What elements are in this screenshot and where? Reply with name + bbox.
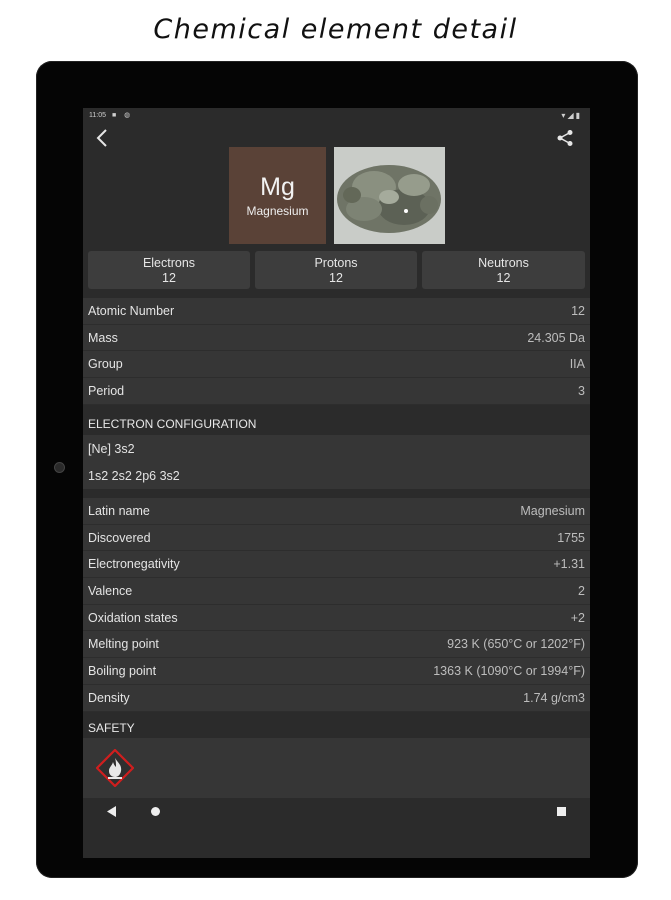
property-value: Magnesium	[520, 503, 585, 518]
property-row: Discovered 1755	[83, 525, 590, 552]
property-label: Mass	[88, 330, 118, 345]
property-label: Latin name	[88, 503, 150, 518]
notification-icons: ■ ◍	[112, 112, 134, 119]
property-value: 12	[571, 303, 585, 318]
property-row: Period 3	[83, 378, 590, 405]
protons-box: Protons 12	[255, 251, 417, 289]
wifi-battery-icon: ▾◢▮	[561, 110, 582, 120]
flammable-hazard-icon[interactable]	[96, 749, 134, 787]
property-value: 2	[578, 583, 585, 598]
particle-value: 12	[496, 271, 511, 285]
config-full-row: 1s2 2s2 2p6 3s2	[83, 462, 590, 489]
property-value: 1363 K (1090°C or 1994°F)	[433, 663, 585, 678]
element-symbol: Mg	[260, 173, 295, 201]
particle-label: Protons	[314, 256, 358, 270]
status-time: 11:05	[89, 111, 106, 119]
property-label: Electronegativity	[88, 557, 180, 572]
property-row: Boiling point 1363 K (1090°C or 1994°F)	[83, 658, 590, 685]
share-icon[interactable]	[556, 129, 574, 147]
config-short-row: [Ne] 3s2	[83, 435, 590, 462]
particle-label: Electrons	[142, 256, 196, 270]
tablet-frame: 11:05 ■ ◍ ▾◢▮ Mg Magnesium Electrons 12 …	[36, 61, 638, 878]
safety-header: SAFETY	[83, 715, 590, 740]
property-row: Atomic Number 12	[83, 298, 590, 325]
property-row: Valence 2	[83, 578, 590, 605]
property-row: Group IIA	[83, 351, 590, 379]
property-label: Oxidation states	[88, 610, 178, 625]
status-bar: 11:05 ■ ◍ ▾◢▮	[83, 108, 590, 122]
property-label: Atomic Number	[88, 303, 175, 318]
particle-label: Neutrons	[478, 256, 529, 270]
property-value: +2	[570, 610, 585, 625]
property-row: Melting point 923 K (650°C or 1202°F)	[83, 631, 590, 659]
config-short: [Ne] 3s2	[88, 441, 135, 456]
particle-value: 12	[329, 271, 343, 285]
electron-config-header: ELECTRON CONFIGURATION	[83, 411, 590, 436]
property-row: Density 1.74 g/cm3	[83, 685, 590, 712]
property-row: Mass 24.305 Da	[83, 325, 590, 352]
particle-value: 12	[162, 271, 176, 285]
property-row: Oxidation states +2	[83, 605, 590, 632]
element-name: Magnesium	[246, 204, 309, 218]
property-label: Boiling point	[88, 663, 157, 678]
electrons-box: Electrons 12	[88, 251, 250, 289]
camera-icon	[54, 462, 65, 473]
property-row: Latin name Magnesium	[83, 498, 590, 525]
property-value: 3	[578, 383, 585, 398]
nav-back-icon[interactable]	[107, 806, 117, 817]
property-label: Density	[88, 690, 130, 705]
property-label: Group	[88, 357, 123, 372]
property-value: 1755	[557, 530, 585, 545]
property-value: 1.74 g/cm3	[523, 690, 585, 705]
arrow-back-icon[interactable]	[93, 128, 113, 148]
system-nav-bar	[83, 798, 590, 838]
property-value: IIA	[569, 357, 585, 372]
basic-properties: Atomic Number 12 Mass 24.305 Da Group IIA P…	[83, 298, 590, 405]
particle-counts: Electrons 12 Protons 12 Neutrons 12	[83, 251, 590, 292]
element-photo[interactable]	[334, 147, 445, 244]
electron-configuration: [Ne] 3s2 1s2 2s2 2p6 3s2	[83, 435, 590, 489]
property-value: 923 K (650°C or 1202°F)	[447, 637, 585, 652]
property-label: Discovered	[88, 530, 151, 545]
property-label: Period	[88, 383, 125, 398]
property-row: Electronegativity +1.31	[83, 551, 590, 579]
property-value: 24.305 Da	[527, 330, 585, 345]
nav-recents-icon[interactable]	[557, 807, 566, 816]
neutrons-box: Neutrons 12	[422, 251, 585, 289]
config-full: 1s2 2s2 2p6 3s2	[88, 468, 180, 483]
property-value: +1.31	[553, 557, 585, 572]
property-label: Valence	[88, 583, 133, 598]
page-caption: Chemical element detail	[153, 14, 518, 45]
app-screen: 11:05 ■ ◍ ▾◢▮ Mg Magnesium Electrons 12 …	[83, 108, 590, 858]
element-tile: Mg Magnesium	[229, 147, 326, 244]
nav-home-icon[interactable]	[151, 807, 160, 816]
property-label: Melting point	[88, 637, 159, 652]
safety-section	[83, 738, 590, 798]
element-details: Latin name Magnesium Discovered 1755 Elect…	[83, 498, 590, 712]
